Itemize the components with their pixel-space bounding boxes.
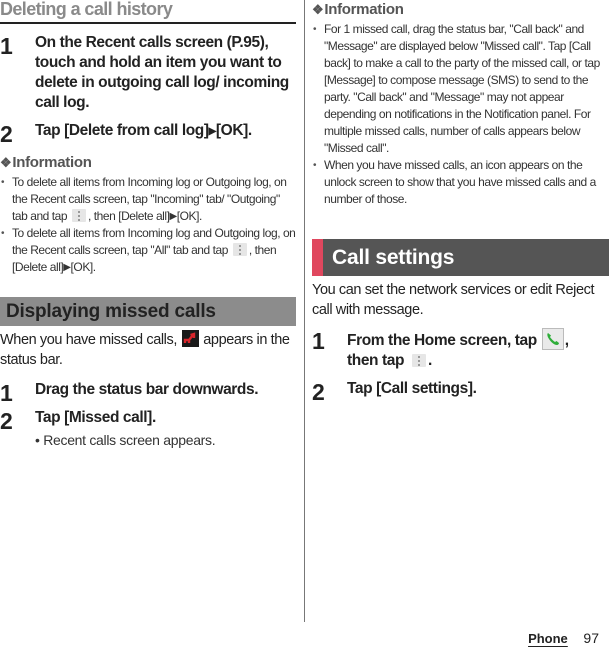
section-heading-displaying-missed-calls: Displaying missed calls (0, 297, 296, 326)
step-text: , (564, 332, 569, 349)
step-text: Drag the status bar downwards. (35, 381, 259, 398)
intro-text: When you have missed calls, (0, 332, 177, 348)
step-number: 1 (0, 33, 13, 59)
settings-step-1: 1 From the Home screen, tap , then tap . (312, 328, 609, 371)
menu-icon (412, 354, 426, 367)
menu-icon (232, 243, 247, 256)
information-list: To delete all items from Incoming log or… (0, 174, 296, 276)
list-item: When you have missed calls, an icon appe… (312, 157, 609, 208)
missed-calls-intro: When you have missed calls, appears in t… (0, 330, 296, 370)
phone-icon (541, 328, 564, 350)
menu-icon (72, 209, 86, 222)
information-heading-text: Information (12, 154, 92, 171)
right-column: ❖Information For 1 missed call, drag the… (312, 1, 609, 404)
step-number: 1 (312, 328, 325, 354)
step-text: On the Recent calls screen (P.95), touch… (35, 34, 289, 111)
column-divider (304, 0, 305, 622)
step-number: 2 (312, 379, 325, 405)
page-number: 97 (583, 630, 599, 646)
list-item: To delete all items from Incoming log or… (0, 174, 296, 225)
step-text: From the Home screen, tap (347, 332, 537, 349)
call-settings-intro: You can set the network services or edit… (312, 282, 595, 318)
diamond-icon: ❖ (312, 2, 324, 17)
list-item: For 1 missed call, drag the status bar, … (312, 21, 609, 157)
step-text-pre: Tap [Delete from call log] (35, 122, 209, 139)
information-heading: ❖Information (312, 1, 609, 19)
section-title-deleting-call-history: Deleting a call history (0, 0, 296, 24)
step-note: • Recent calls screen appears. (35, 432, 216, 448)
step-text: then tap (347, 352, 405, 369)
step-text: . (428, 352, 432, 369)
missed-call-icon (181, 330, 199, 347)
heading-text: Call settings (332, 246, 455, 269)
information-box: ❖Information For 1 missed call, drag the… (312, 1, 609, 208)
arrow-right-icon: ▶ (208, 126, 217, 137)
step-number: 2 (0, 408, 13, 434)
missed-step-2: 2 Tap [Missed call]. • Recent calls scre… (0, 408, 296, 450)
footer-section-link[interactable]: Phone (528, 631, 568, 646)
bullet-text: , then [Delete all] (88, 209, 170, 223)
step-number: 1 (0, 380, 13, 406)
accent-bar (312, 239, 323, 276)
bullet-text: [OK]. (70, 260, 97, 274)
page-footer: Phone 97 (528, 630, 599, 646)
section-heading-call-settings: Call settings (312, 239, 609, 276)
arrow-right-icon: ▶ (169, 211, 178, 222)
step-text: Tap [Call settings]. (347, 380, 477, 397)
information-heading-text: Information (324, 1, 404, 18)
list-item: To delete all items from Incoming log an… (0, 225, 296, 276)
settings-step-2: 2 Tap [Call settings]. (312, 379, 609, 404)
missed-step-1: 1 Drag the status bar downwards. (0, 380, 296, 405)
step-text: Tap [Missed call]. (35, 409, 156, 426)
step-2: 2 Tap [Delete from call log]▶[OK]. (0, 121, 296, 147)
diamond-icon: ❖ (0, 155, 12, 170)
left-column: Deleting a call history 1 On the Recent … (0, 0, 296, 450)
information-list: For 1 missed call, drag the status bar, … (312, 21, 609, 208)
step-text-post: [OK]. (215, 122, 252, 139)
step-number: 2 (0, 121, 13, 147)
information-box: ❖Information To delete all items from In… (0, 154, 296, 276)
bullet-text: [OK]. (176, 209, 203, 223)
arrow-right-icon: ▶ (63, 262, 71, 273)
information-heading: ❖Information (0, 154, 296, 172)
step-1: 1 On the Recent calls screen (P.95), tou… (0, 33, 296, 113)
